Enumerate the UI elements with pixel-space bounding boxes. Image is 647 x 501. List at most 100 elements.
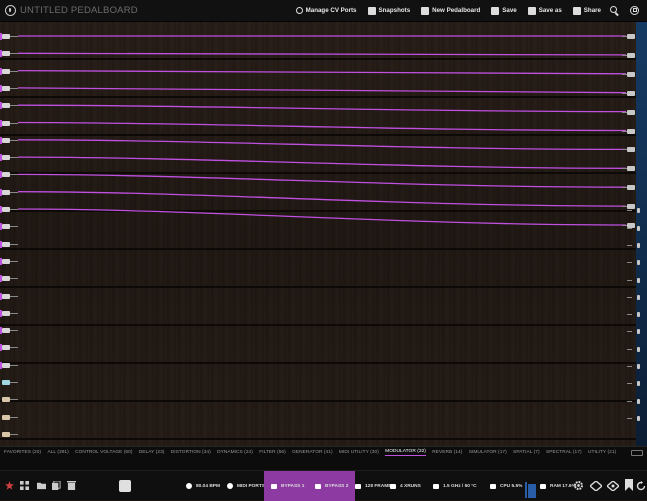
logo-icon[interactable] (5, 5, 16, 16)
audio-cable[interactable] (17, 104, 627, 113)
xruns-display[interactable]: 4 XRUNS (390, 471, 421, 501)
category-tab[interactable]: REVERB (14) (432, 450, 462, 455)
trash-icon[interactable] (67, 481, 76, 490)
output-port[interactable] (627, 260, 640, 266)
output-port[interactable] (627, 381, 640, 387)
category-tab[interactable]: MIDI UTILITY (30) (339, 450, 379, 455)
plugin-store-button[interactable] (119, 471, 131, 501)
input-port[interactable] (2, 137, 18, 143)
output-port[interactable] (622, 147, 635, 153)
output-port[interactable] (627, 277, 640, 283)
input-port[interactable] (2, 68, 18, 74)
audio-cable[interactable] (17, 121, 627, 132)
pedalboard-title[interactable]: UNTITLED PEDALBOARD (20, 5, 138, 16)
bypass-2-button[interactable]: BYPASS 2 (308, 471, 356, 501)
input-port[interactable] (2, 172, 18, 178)
fullscreen-icon[interactable] (629, 5, 641, 17)
output-port[interactable] (627, 415, 640, 421)
input-port[interactable] (2, 362, 18, 368)
input-port[interactable] (2, 293, 18, 299)
input-port[interactable] (2, 103, 18, 109)
output-port[interactable] (627, 208, 640, 214)
output-port[interactable] (627, 364, 640, 369)
audio-cable[interactable] (17, 52, 627, 56)
manage-cv-ports-button[interactable]: Manage CV Ports (295, 7, 357, 14)
output-port[interactable] (622, 34, 635, 39)
category-tab[interactable]: SPECTRAL (17) (546, 450, 582, 455)
audio-cable[interactable] (17, 156, 627, 169)
output-port[interactable] (627, 225, 640, 231)
settings-icon[interactable] (573, 480, 584, 491)
input-port[interactable] (2, 258, 18, 264)
category-tab[interactable]: FAVORITES (20) (4, 450, 41, 455)
input-port[interactable] (2, 155, 18, 161)
input-port[interactable] (2, 120, 18, 126)
input-port[interactable] (2, 431, 18, 437)
output-port[interactable] (622, 128, 635, 134)
save-button[interactable]: Save (491, 6, 517, 15)
input-port[interactable] (2, 380, 18, 385)
category-tab[interactable]: MODULATOR (32) (385, 449, 426, 456)
category-tab[interactable]: DELAY (23) (139, 450, 165, 455)
category-tab[interactable]: ALL (391) (47, 450, 68, 455)
output-port[interactable] (627, 242, 640, 248)
category-tab[interactable]: SIMULATOR (17) (469, 450, 507, 455)
input-port[interactable] (2, 34, 18, 39)
audio-cable[interactable] (17, 139, 627, 151)
view-icon[interactable] (590, 481, 602, 491)
bpm-display[interactable]: 80.04 BPM (186, 471, 220, 501)
grid-icon[interactable] (20, 481, 29, 490)
view-icon[interactable] (607, 481, 619, 491)
output-port[interactable] (622, 185, 635, 191)
input-port[interactable] (2, 189, 18, 195)
bookmark-icon[interactable] (625, 479, 633, 491)
midi-ports-button[interactable]: MIDI PORTS (227, 471, 265, 501)
input-port[interactable] (2, 276, 18, 282)
new-pedalboard-button[interactable]: New Pedalboard (421, 6, 480, 15)
input-port[interactable] (2, 397, 18, 403)
output-port[interactable] (622, 52, 635, 58)
input-port[interactable] (2, 51, 18, 57)
star-icon[interactable] (5, 481, 14, 490)
share-button[interactable]: Share (572, 6, 601, 15)
input-port[interactable] (2, 207, 18, 212)
copy-icon[interactable] (52, 481, 61, 490)
input-port[interactable] (2, 310, 18, 316)
audio-cable[interactable] (17, 87, 627, 94)
category-tab[interactable]: UTILITY (21) (588, 450, 616, 455)
output-port[interactable] (627, 329, 640, 335)
audio-cable[interactable] (17, 191, 627, 207)
output-port[interactable] (622, 109, 635, 115)
search-icon[interactable] (609, 5, 621, 17)
category-tab[interactable]: CONTROL VOLTAGE (60) (75, 450, 132, 455)
category-scroll-icon[interactable] (631, 449, 643, 456)
output-port[interactable] (627, 312, 640, 318)
category-tab[interactable]: SPATIAL (7) (513, 450, 540, 455)
pedalboard-canvas[interactable] (0, 22, 636, 446)
buffer-size-button[interactable]: 128 FRAMES (355, 471, 395, 501)
output-port[interactable] (622, 90, 635, 96)
input-port[interactable] (2, 224, 18, 230)
category-tab[interactable]: DYNAMICS (24) (217, 450, 253, 455)
input-port[interactable] (2, 241, 18, 247)
input-port[interactable] (2, 328, 18, 334)
snapshots-button[interactable]: Snapshots (367, 6, 410, 15)
output-port[interactable] (627, 398, 640, 404)
audio-cable[interactable] (17, 173, 627, 188)
category-tab[interactable]: GENERATOR (41) (292, 450, 333, 455)
plugin-list-strip[interactable] (0, 458, 647, 470)
output-port[interactable] (627, 346, 640, 352)
audio-cable[interactable] (17, 208, 627, 226)
category-tab[interactable]: FILTER (56) (259, 450, 286, 455)
output-port[interactable] (622, 204, 635, 210)
refresh-icon[interactable] (636, 481, 646, 491)
input-port[interactable] (2, 414, 18, 420)
input-port[interactable] (2, 85, 18, 91)
output-port[interactable] (622, 71, 635, 77)
save-as-button[interactable]: Save as (527, 6, 562, 15)
input-port[interactable] (2, 345, 18, 351)
output-port[interactable] (627, 294, 640, 300)
output-port[interactable] (622, 166, 635, 172)
audio-cable[interactable] (17, 69, 627, 75)
category-tab[interactable]: DISTORTION (34) (171, 450, 211, 455)
